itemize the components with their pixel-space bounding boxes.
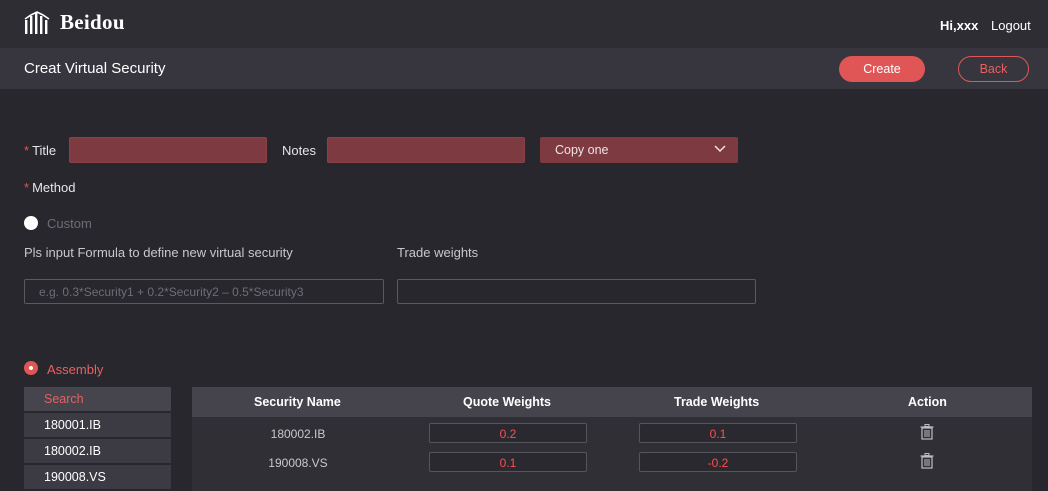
- formula-label: Pls input Formula to define new virtual …: [24, 245, 293, 260]
- list-item[interactable]: 180001.IB: [24, 413, 171, 437]
- column-header-security-name: Security Name: [254, 395, 341, 409]
- create-button[interactable]: Create: [839, 56, 925, 82]
- trade-weights-input[interactable]: [397, 279, 756, 304]
- method-label: * Method: [24, 180, 75, 195]
- trash-icon[interactable]: [920, 453, 934, 469]
- quote-weight-input[interactable]: 0.2: [429, 423, 587, 443]
- trade-weight-input[interactable]: 0.1: [639, 423, 797, 443]
- page-header: Creat Virtual Security Create Back: [0, 48, 1048, 89]
- security-name-cell: 190008.VS: [268, 456, 328, 470]
- list-item[interactable]: 180002.IB: [24, 439, 171, 463]
- weights-table: Security Name Quote Weights Trade Weight…: [192, 387, 1032, 491]
- title-label: * Title: [24, 143, 56, 158]
- notes-input[interactable]: [327, 137, 525, 163]
- search-input[interactable]: Search: [24, 387, 171, 411]
- table-row: 180002.IB 0.2 0.1: [192, 420, 1032, 449]
- custom-radio[interactable]: [24, 216, 38, 230]
- table-header: Security Name Quote Weights Trade Weight…: [192, 387, 1032, 417]
- table-row: 190008.VS 0.1 -0.2: [192, 449, 1032, 478]
- trade-weight-input[interactable]: -0.2: [639, 452, 797, 472]
- logout-link[interactable]: Logout: [991, 18, 1031, 33]
- security-name-cell: 180002.IB: [270, 427, 326, 441]
- back-button[interactable]: Back: [958, 56, 1029, 82]
- copy-select-value: Copy one: [555, 143, 609, 157]
- trade-weights-label: Trade weights: [397, 245, 479, 260]
- brand-name: Beidou: [60, 10, 125, 34]
- building-bars-icon: [24, 10, 50, 34]
- copy-select[interactable]: Copy one: [540, 137, 738, 163]
- quote-weight-input[interactable]: 0.1: [429, 452, 587, 472]
- method-label-text: Method: [32, 180, 76, 195]
- required-mark: *: [24, 143, 30, 158]
- column-header-quote-weights: Quote Weights: [463, 395, 551, 409]
- column-header-trade-weights: Trade Weights: [674, 395, 760, 409]
- security-search-list: Search 180001.IB 180002.IB 190008.VS: [24, 387, 171, 491]
- assembly-radio-label[interactable]: Assembly: [47, 362, 103, 377]
- brand-logo[interactable]: Beidou: [24, 10, 125, 35]
- required-mark: *: [24, 180, 30, 195]
- notes-label: Notes: [282, 143, 316, 158]
- top-bar: Beidou Hi,xxx Logout: [0, 0, 1048, 48]
- column-header-action: Action: [908, 395, 947, 409]
- title-input[interactable]: [69, 137, 267, 163]
- trash-icon[interactable]: [920, 424, 934, 440]
- formula-input[interactable]: [24, 279, 384, 304]
- custom-radio-label[interactable]: Custom: [47, 216, 92, 231]
- list-item[interactable]: 190008.VS: [24, 465, 171, 489]
- assembly-radio[interactable]: [24, 361, 38, 375]
- user-greeting: Hi,xxx: [940, 18, 979, 33]
- page-title: Creat Virtual Security: [24, 60, 166, 77]
- title-label-text: Title: [32, 143, 57, 158]
- chevron-down-icon: [714, 145, 726, 153]
